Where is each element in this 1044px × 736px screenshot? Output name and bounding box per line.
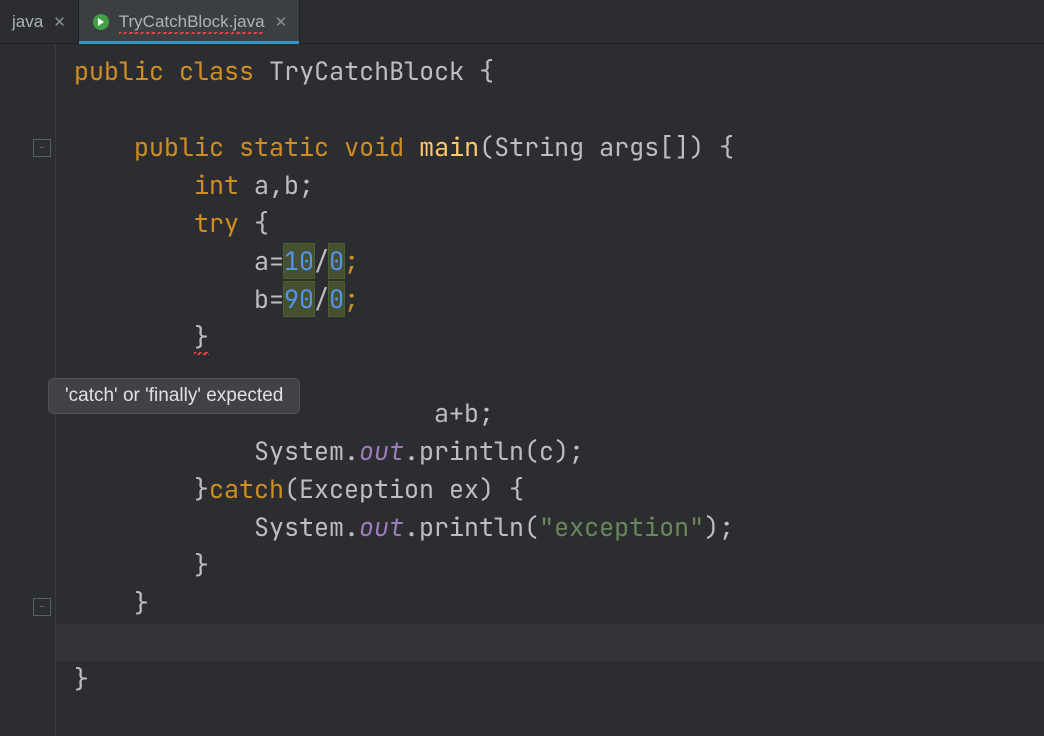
tab-label: TryCatchBlock.java: [119, 12, 265, 32]
tooltip-text: 'catch' or 'finally' expected: [65, 385, 283, 406]
code-line: }: [74, 548, 209, 582]
code-line: a=10/0;: [74, 244, 359, 278]
code-line: System.out.println(c);: [74, 434, 584, 468]
class-icon: [91, 12, 111, 32]
error-tooltip: 'catch' or 'finally' expected: [48, 378, 300, 414]
tab-bar: java ✕ TryCatchBlock.java ✕: [0, 0, 1044, 44]
tab-label: java: [12, 12, 43, 32]
code-line: try {: [74, 206, 269, 240]
tab-trycatchblock[interactable]: TryCatchBlock.java ✕: [79, 0, 300, 44]
tab-java[interactable]: java ✕: [0, 0, 79, 44]
close-icon[interactable]: ✕: [53, 13, 66, 31]
code-line: }: [74, 662, 89, 696]
code-line: int a,b;: [74, 168, 314, 202]
code-line: public class TryCatchBlock {: [74, 54, 494, 88]
fold-icon[interactable]: −: [33, 598, 51, 616]
code-line: public static void main(String args[]) {: [74, 130, 734, 164]
code-line: b=90/0;: [74, 282, 359, 316]
fold-icon[interactable]: −: [33, 139, 51, 157]
code-line: }catch(Exception ex) {: [74, 472, 524, 506]
close-icon[interactable]: ✕: [275, 13, 288, 31]
code-line: }: [74, 320, 209, 354]
code-line: System.out.println("exception");: [74, 510, 734, 544]
code-line: }: [74, 586, 149, 620]
